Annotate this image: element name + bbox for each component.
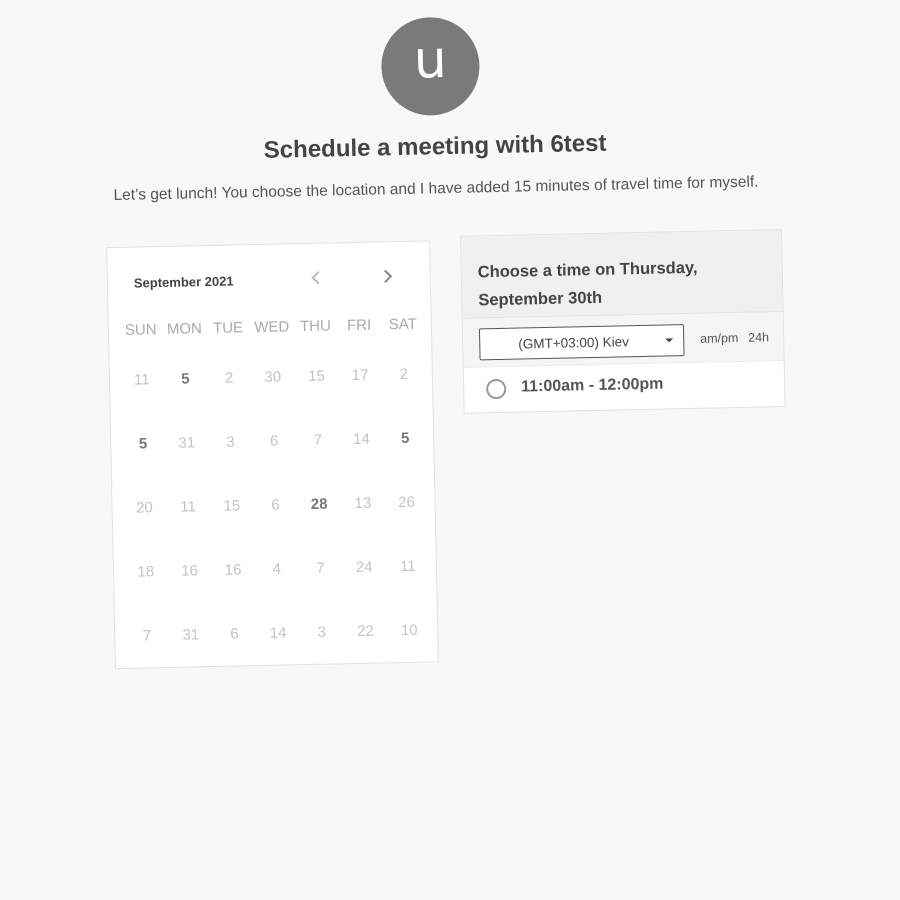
- calendar-day: 7: [316, 559, 325, 577]
- page-title: Schedule a meeting with 6test: [263, 129, 607, 164]
- calendar-day: 7: [313, 431, 323, 449]
- calendar-day: 18: [137, 563, 155, 581]
- calendar-month-label: September 2021: [133, 273, 234, 291]
- calendar-day: 7: [142, 627, 152, 645]
- calendar-day: 15: [223, 497, 241, 515]
- caret-down-icon: [665, 338, 674, 343]
- calendar-week: 7 31 6 14 3 22 10: [125, 621, 431, 645]
- calendar-day-available[interactable]: 5: [121, 435, 165, 453]
- format-24h-toggle[interactable]: 24h: [748, 330, 769, 344]
- calendar-day: 15: [307, 367, 326, 385]
- calendar-day: 2: [224, 369, 234, 387]
- weekday-label: MON: [166, 320, 203, 338]
- calendar-day-available[interactable]: 5: [383, 429, 427, 447]
- calendar-day: 11: [399, 557, 416, 576]
- calendar-day: 2: [399, 365, 409, 384]
- event-description: Let’s get lunch! You choose the location…: [113, 173, 759, 205]
- weekday-label: TUE: [212, 319, 244, 337]
- previous-month-button[interactable]: [304, 266, 328, 290]
- timezone-bar: (GMT+03:00) Kiev am/pm 24h: [462, 312, 784, 368]
- timezone-select[interactable]: (GMT+03:00) Kiev: [478, 324, 685, 361]
- calendar-day: 11: [180, 498, 197, 516]
- calendar-week: 5 31 3 6 7 14 5: [121, 429, 427, 453]
- chevron-left-icon: [311, 271, 320, 285]
- calendar-day: 6: [230, 625, 239, 643]
- calendar-day: 6: [269, 432, 279, 450]
- calendar-day: 3: [317, 623, 327, 641]
- weekday-label: SAT: [388, 315, 418, 334]
- calendar-day: 10: [400, 621, 418, 640]
- calendar-day: 22: [357, 622, 375, 640]
- weekday-label: THU: [299, 317, 332, 336]
- next-month-button[interactable]: [376, 264, 400, 288]
- time-slot-label: 11:00am - 12:00pm: [520, 375, 664, 396]
- chevron-right-icon: [383, 269, 393, 284]
- timezone-value: (GMT+03:00) Kiev: [518, 334, 630, 352]
- format-ampm-toggle[interactable]: am/pm: [700, 331, 738, 346]
- calendar-week: 20 11 15 6 28 13 26: [122, 493, 428, 517]
- host-avatar: u: [380, 16, 481, 117]
- weekday-label: FRI: [346, 316, 372, 335]
- calendar-day: 4: [272, 560, 282, 578]
- scheduling-page: u Schedule a meeting with 6test Let’s ge…: [0, 0, 900, 900]
- calendar-day: 20: [135, 499, 153, 517]
- calendar-day: 14: [352, 430, 371, 449]
- time-panel-header: Choose a time on Thursday, September 30t…: [461, 230, 783, 319]
- radio-circle-icon[interactable]: [485, 378, 507, 400]
- avatar-letter: u: [413, 30, 448, 91]
- calendar-day: 17: [351, 366, 369, 385]
- calendar-day: 16: [180, 562, 198, 580]
- calendar-day: 30: [264, 368, 282, 386]
- calendar-day: 26: [398, 493, 416, 512]
- calendar-day: 14: [269, 624, 287, 642]
- weekday-label: WED: [254, 318, 290, 337]
- calendar-day: 31: [178, 434, 196, 452]
- weekday-header: SUN MON TUE WED THU FRI SAT: [119, 316, 425, 339]
- calendar-day: 24: [355, 558, 373, 577]
- calendar-day-available[interactable]: 28: [297, 495, 341, 513]
- calendar-day: 16: [224, 561, 242, 579]
- calendar-week: 18 16 16 4 7 24 11: [124, 557, 430, 581]
- calendar-day: 6: [271, 496, 280, 514]
- calendar: September 2021 SUN MON TUE WED THU FRI S…: [106, 240, 439, 670]
- calendar-day: 3: [226, 433, 235, 451]
- time-slot-option[interactable]: 11:00am - 12:00pm: [464, 361, 785, 413]
- calendar-day: 11: [133, 371, 150, 389]
- weekday-label: SUN: [124, 321, 157, 339]
- time-selection-panel: Choose a time on Thursday, September 30t…: [459, 229, 786, 414]
- calendar-day: 31: [182, 626, 200, 644]
- calendar-day-available[interactable]: 5: [163, 370, 207, 388]
- calendar-week: 11 5 2 30 15 17 2: [120, 366, 426, 389]
- time-panel-title: Choose a time on Thursday, September 30t…: [477, 258, 698, 310]
- calendar-day: 13: [354, 494, 372, 513]
